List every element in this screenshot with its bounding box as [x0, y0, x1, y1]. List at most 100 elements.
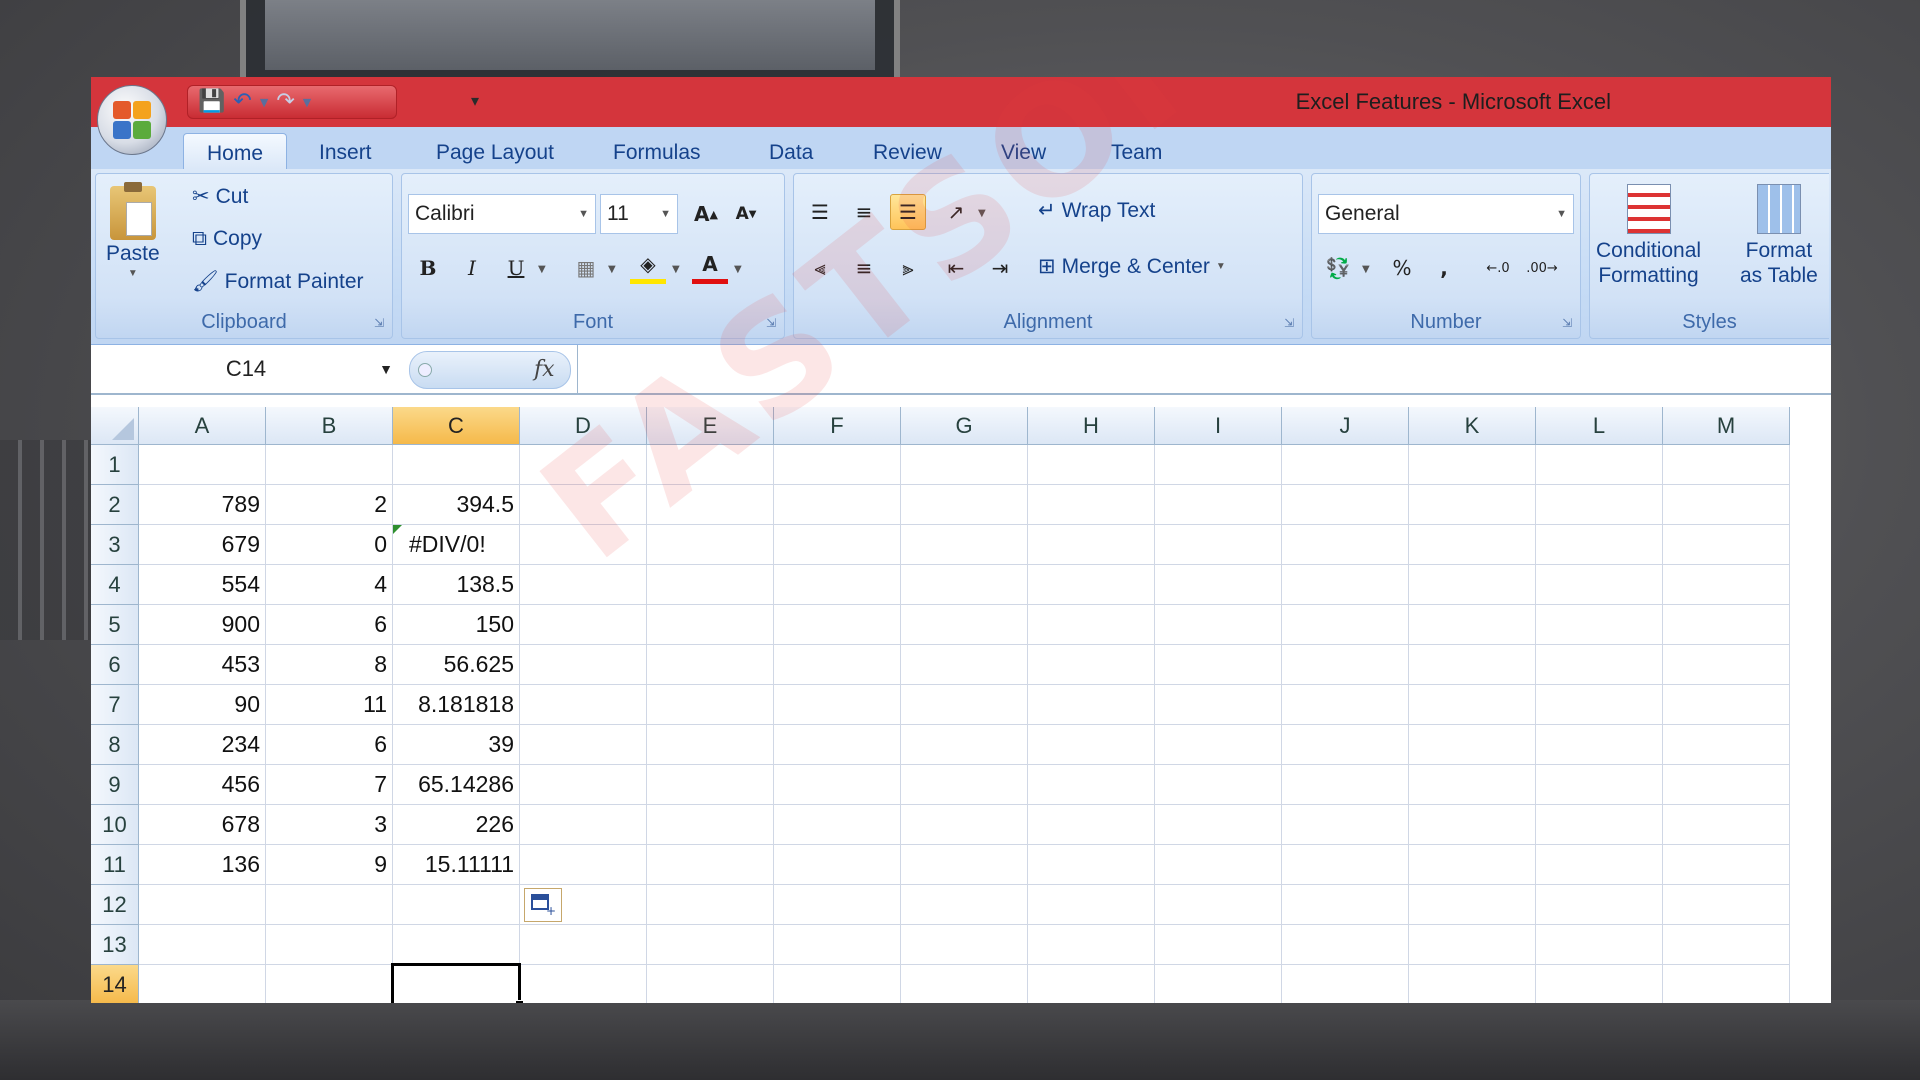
cell-k13[interactable]	[1409, 925, 1536, 965]
cell-e6[interactable]	[647, 645, 774, 685]
cell-m3[interactable]	[1663, 525, 1790, 565]
column-header-a[interactable]: A	[139, 407, 266, 445]
cell-j4[interactable]	[1282, 565, 1409, 605]
row-header-6[interactable]: 6	[91, 645, 139, 685]
row-header-5[interactable]: 5	[91, 605, 139, 645]
cell-f7[interactable]	[774, 685, 901, 725]
cell-i5[interactable]	[1155, 605, 1282, 645]
cell-i9[interactable]	[1155, 765, 1282, 805]
paste-dropdown-icon[interactable]: ▼	[128, 268, 138, 279]
cell-m6[interactable]	[1663, 645, 1790, 685]
cell-b9[interactable]: 7	[266, 765, 393, 805]
cell-h6[interactable]	[1028, 645, 1155, 685]
cell-i2[interactable]	[1155, 485, 1282, 525]
cell-e4[interactable]	[647, 565, 774, 605]
accounting-format-icon[interactable]: 💱	[1320, 250, 1356, 286]
orientation-dropdown-icon[interactable]: ▼	[978, 208, 986, 219]
underline-button[interactable]: U	[498, 250, 534, 286]
chevron-down-icon[interactable]: ▼	[379, 361, 393, 377]
cell-g10[interactable]	[901, 805, 1028, 845]
cell-a4[interactable]: 554	[139, 565, 266, 605]
cell-g6[interactable]	[901, 645, 1028, 685]
cell-d11[interactable]	[520, 845, 647, 885]
cell-f14[interactable]	[774, 965, 901, 1003]
cell-h1[interactable]	[1028, 445, 1155, 485]
cell-a11[interactable]: 136	[139, 845, 266, 885]
format-painter-button[interactable]: 🖌 Format Painter	[192, 270, 364, 294]
cell-e12[interactable]	[647, 885, 774, 925]
column-header-m[interactable]: M	[1663, 407, 1790, 445]
cell-h12[interactable]	[1028, 885, 1155, 925]
cell-g5[interactable]	[901, 605, 1028, 645]
cell-h7[interactable]	[1028, 685, 1155, 725]
cell-b2[interactable]: 2	[266, 485, 393, 525]
cell-e8[interactable]	[647, 725, 774, 765]
increase-indent-icon[interactable]: ⇥	[982, 250, 1018, 286]
cell-g13[interactable]	[901, 925, 1028, 965]
row-header-1[interactable]: 1	[91, 445, 139, 485]
cell-k1[interactable]	[1409, 445, 1536, 485]
cell-b12[interactable]	[266, 885, 393, 925]
cell-k7[interactable]	[1409, 685, 1536, 725]
cell-e10[interactable]	[647, 805, 774, 845]
cell-d6[interactable]	[520, 645, 647, 685]
cell-c7[interactable]: 8.181818	[393, 685, 520, 725]
cell-h13[interactable]	[1028, 925, 1155, 965]
cell-e11[interactable]	[647, 845, 774, 885]
cell-b14[interactable]	[266, 965, 393, 1003]
italic-button[interactable]: I	[454, 250, 490, 286]
cell-h5[interactable]	[1028, 605, 1155, 645]
cell-d3[interactable]	[520, 525, 647, 565]
tab-team[interactable]: Team	[1097, 133, 1176, 169]
cell-b3[interactable]: 0	[266, 525, 393, 565]
cell-g7[interactable]	[901, 685, 1028, 725]
cell-l12[interactable]	[1536, 885, 1663, 925]
cell-a12[interactable]	[139, 885, 266, 925]
cell-b4[interactable]: 4	[266, 565, 393, 605]
cell-f3[interactable]	[774, 525, 901, 565]
cell-g12[interactable]	[901, 885, 1028, 925]
cell-g11[interactable]	[901, 845, 1028, 885]
borders-icon[interactable]: ▦	[568, 250, 604, 286]
cell-c3[interactable]: #DIV/0!	[393, 525, 520, 565]
align-right-icon[interactable]: ⫸	[890, 250, 926, 286]
cell-h11[interactable]	[1028, 845, 1155, 885]
decrease-indent-icon[interactable]: ⇤	[938, 250, 974, 286]
cell-d13[interactable]	[520, 925, 647, 965]
merge-center-button[interactable]: ⊞ Merge & Center ▼	[1038, 254, 1226, 279]
cell-i6[interactable]	[1155, 645, 1282, 685]
format-as-table-button[interactable]: Format as Table	[1740, 184, 1818, 288]
cell-f11[interactable]	[774, 845, 901, 885]
cell-l6[interactable]	[1536, 645, 1663, 685]
cell-i11[interactable]	[1155, 845, 1282, 885]
cell-k10[interactable]	[1409, 805, 1536, 845]
cell-l8[interactable]	[1536, 725, 1663, 765]
cell-d4[interactable]	[520, 565, 647, 605]
wrap-text-button[interactable]: ↵ Wrap Text	[1038, 198, 1155, 223]
cell-k5[interactable]	[1409, 605, 1536, 645]
column-header-l[interactable]: L	[1536, 407, 1663, 445]
cell-g8[interactable]	[901, 725, 1028, 765]
tab-review[interactable]: Review	[859, 133, 956, 169]
cell-j9[interactable]	[1282, 765, 1409, 805]
cell-f10[interactable]	[774, 805, 901, 845]
cell-k2[interactable]	[1409, 485, 1536, 525]
cell-a5[interactable]: 900	[139, 605, 266, 645]
percent-style-button[interactable]: %	[1384, 250, 1420, 286]
cell-k3[interactable]	[1409, 525, 1536, 565]
undo-dropdown-icon[interactable]: ▼	[260, 96, 268, 109]
cell-l14[interactable]	[1536, 965, 1663, 1003]
cell-k6[interactable]	[1409, 645, 1536, 685]
cell-b6[interactable]: 8	[266, 645, 393, 685]
cell-f5[interactable]	[774, 605, 901, 645]
cell-k14[interactable]	[1409, 965, 1536, 1003]
cell-l11[interactable]	[1536, 845, 1663, 885]
cell-f2[interactable]	[774, 485, 901, 525]
cell-h2[interactable]	[1028, 485, 1155, 525]
cell-i4[interactable]	[1155, 565, 1282, 605]
cell-j10[interactable]	[1282, 805, 1409, 845]
cell-e14[interactable]	[647, 965, 774, 1003]
conditional-formatting-button[interactable]: Conditional Formatting	[1596, 184, 1701, 288]
cell-e2[interactable]	[647, 485, 774, 525]
cell-j6[interactable]	[1282, 645, 1409, 685]
